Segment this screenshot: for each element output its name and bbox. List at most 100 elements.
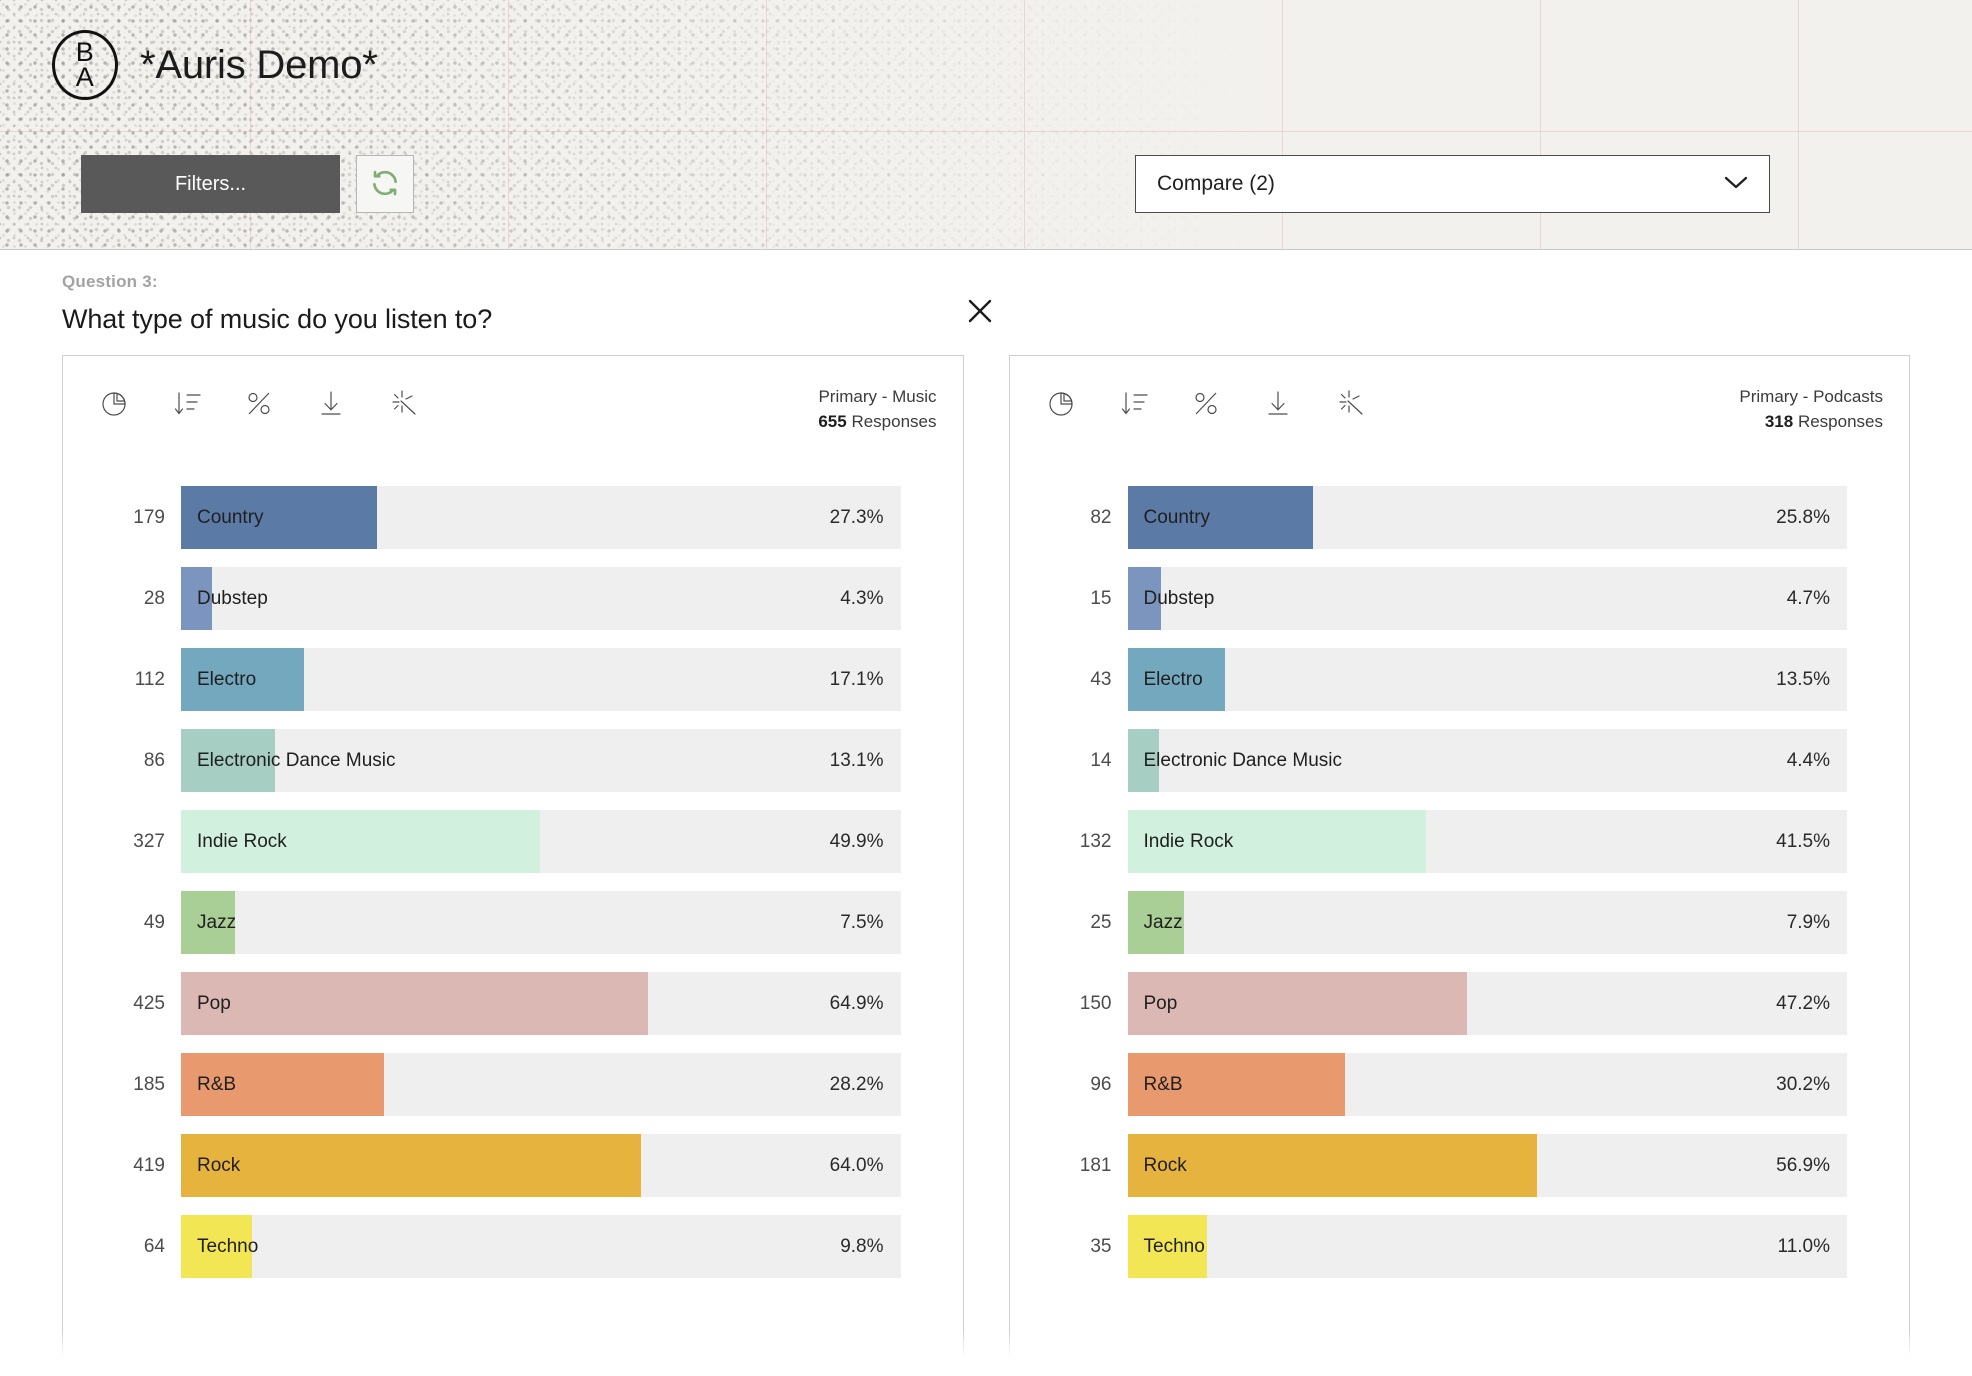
- bar-percentage: 17.1%: [829, 668, 884, 690]
- bar-track: Electro 13.5%: [1127, 648, 1847, 711]
- panel-meta: Primary - Podcasts 318 Responses: [1739, 382, 1883, 434]
- bar-row[interactable]: 15 Dubstep 4.7%: [1072, 567, 1847, 630]
- bar-percentage: 64.0%: [829, 1154, 884, 1176]
- panel-responses-label: Responses: [851, 411, 937, 431]
- bar-row[interactable]: 14 Electronic Dance Music 4.4%: [1072, 729, 1847, 792]
- bar-track: Electro 17.1%: [181, 648, 901, 711]
- bar-track: Electronic Dance Music 13.1%: [181, 729, 901, 792]
- bar-percentage: 41.5%: [1776, 830, 1830, 852]
- bar-row[interactable]: 419 Rock 64.0%: [125, 1134, 901, 1197]
- bar-row[interactable]: 25 Jazz 7.9%: [1072, 891, 1847, 954]
- comparison-panels: Primary - Music 655 Responses 179 Country…: [0, 355, 1972, 1375]
- app-header: B A *Auris Demo* Filters... Compare (2): [0, 0, 1972, 250]
- bar-track: Pop 47.2%: [1127, 972, 1847, 1035]
- bar-track: Country 25.8%: [1127, 486, 1847, 549]
- bar-percentage: 7.5%: [840, 911, 884, 933]
- bar-label: Dubstep: [1143, 587, 1215, 609]
- bar-label: Jazz: [197, 911, 237, 933]
- close-question-button[interactable]: [960, 292, 1000, 332]
- bar-row[interactable]: 327 Indie Rock 49.9%: [125, 810, 901, 873]
- bar-row[interactable]: 49 Jazz 7.5%: [125, 891, 901, 954]
- bar-fill: [181, 1134, 642, 1197]
- bar-row[interactable]: 96 R&B 30.2%: [1072, 1053, 1847, 1116]
- bar-count: 64: [143, 1235, 165, 1257]
- bar-percentage: 47.2%: [1776, 992, 1830, 1014]
- significance-sparkle-icon[interactable]: [1330, 382, 1370, 424]
- panel-responses-count: 655: [818, 411, 847, 431]
- bar-percentage: 27.3%: [829, 506, 884, 528]
- bar-label: Electronic Dance Music: [1143, 749, 1343, 771]
- bar-row[interactable]: 43 Electro 13.5%: [1072, 648, 1847, 711]
- panel-responses: 655 Responses: [818, 410, 936, 435]
- bar-row[interactable]: 185 R&B 28.2%: [125, 1053, 901, 1116]
- pie-chart-icon[interactable]: [1042, 382, 1082, 424]
- download-icon[interactable]: [311, 382, 351, 424]
- sort-descending-icon[interactable]: [1114, 382, 1154, 424]
- bar-label: Electro: [197, 668, 257, 690]
- bar-count: 132: [1079, 830, 1112, 852]
- pie-chart-icon[interactable]: [95, 382, 135, 424]
- bar-row[interactable]: 86 Electronic Dance Music 13.1%: [125, 729, 901, 792]
- bar-percentage: 25.8%: [1776, 506, 1830, 528]
- bar-count: 15: [1090, 587, 1112, 609]
- bar-row[interactable]: 112 Electro 17.1%: [125, 648, 901, 711]
- brand-logo-letter-bottom: A: [75, 62, 95, 92]
- bar-track: Techno 9.8%: [181, 1215, 901, 1278]
- bar-count: 14: [1090, 749, 1112, 771]
- bar-row[interactable]: 82 Country 25.8%: [1072, 486, 1847, 549]
- percent-icon[interactable]: [1186, 382, 1226, 424]
- close-icon: [965, 296, 995, 329]
- bar-track: R&B 30.2%: [1127, 1053, 1847, 1116]
- bar-row[interactable]: 132 Indie Rock 41.5%: [1072, 810, 1847, 873]
- bar-track: Electronic Dance Music 4.4%: [1127, 729, 1847, 792]
- page-title: *Auris Demo*: [140, 42, 378, 87]
- bar-track: Dubstep 4.3%: [181, 567, 901, 630]
- bar-percentage: 13.1%: [829, 749, 884, 771]
- bar-count: 35: [1090, 1235, 1112, 1257]
- significance-sparkle-icon[interactable]: [383, 382, 423, 424]
- filters-button[interactable]: Filters...: [81, 155, 340, 213]
- bar-track: Pop 64.9%: [181, 972, 901, 1035]
- refresh-button[interactable]: [356, 155, 414, 213]
- bar-row[interactable]: 28 Dubstep 4.3%: [125, 567, 901, 630]
- panel-meta: Primary - Music 655 Responses: [818, 382, 936, 434]
- bar-track: Indie Rock 49.9%: [181, 810, 901, 873]
- bar-row[interactable]: 425 Pop 64.9%: [125, 972, 901, 1035]
- panel-responses-count: 318: [1764, 411, 1794, 431]
- bar-track: Indie Rock 41.5%: [1127, 810, 1847, 873]
- bar-percentage: 28.2%: [829, 1073, 884, 1095]
- panel-toolbar: Primary - Podcasts 318 Responses: [1010, 356, 1910, 448]
- bar-label: Indie Rock: [197, 830, 287, 852]
- bar-count: 25: [1090, 911, 1112, 933]
- bar-count: 49: [143, 911, 165, 933]
- bar-row[interactable]: 179 Country 27.3%: [125, 486, 901, 549]
- bar-row[interactable]: 181 Rock 56.9%: [1072, 1134, 1847, 1197]
- bar-label: Jazz: [1143, 911, 1183, 933]
- bar-track: Country 27.3%: [181, 486, 901, 549]
- bar-percentage: 4.4%: [1786, 749, 1830, 771]
- bar-row[interactable]: 64 Techno 9.8%: [125, 1215, 901, 1278]
- bar-percentage: 13.5%: [1776, 668, 1830, 690]
- download-icon[interactable]: [1258, 382, 1298, 424]
- bar-count: 327: [133, 830, 165, 852]
- bar-track: R&B 28.2%: [181, 1053, 901, 1116]
- question-text: What type of music do you listen to?: [62, 304, 493, 334]
- bar-fill: [181, 972, 648, 1035]
- bar-row[interactable]: 35 Techno 11.0%: [1072, 1215, 1847, 1278]
- bar-label: Electronic Dance Music: [197, 749, 396, 771]
- bar-track: Techno 11.0%: [1127, 1215, 1847, 1278]
- bar-count: 82: [1090, 506, 1112, 528]
- compare-dropdown[interactable]: Compare (2): [1135, 155, 1770, 213]
- bar-percentage: 7.9%: [1786, 911, 1830, 933]
- panel-segment-title: Primary - Music: [818, 387, 937, 406]
- chart-tool-icons: [95, 382, 423, 424]
- bar-track: Dubstep 4.7%: [1127, 567, 1847, 630]
- bar-row[interactable]: 150 Pop 47.2%: [1072, 972, 1847, 1035]
- panel-responses: 318 Responses: [1739, 410, 1883, 435]
- percent-icon[interactable]: [239, 382, 279, 424]
- bar-label: Rock: [197, 1154, 241, 1176]
- bar-percentage: 49.9%: [829, 830, 884, 852]
- sort-descending-icon[interactable]: [167, 382, 207, 424]
- bar-label: Country: [197, 506, 264, 528]
- bar-count: 150: [1079, 992, 1112, 1014]
